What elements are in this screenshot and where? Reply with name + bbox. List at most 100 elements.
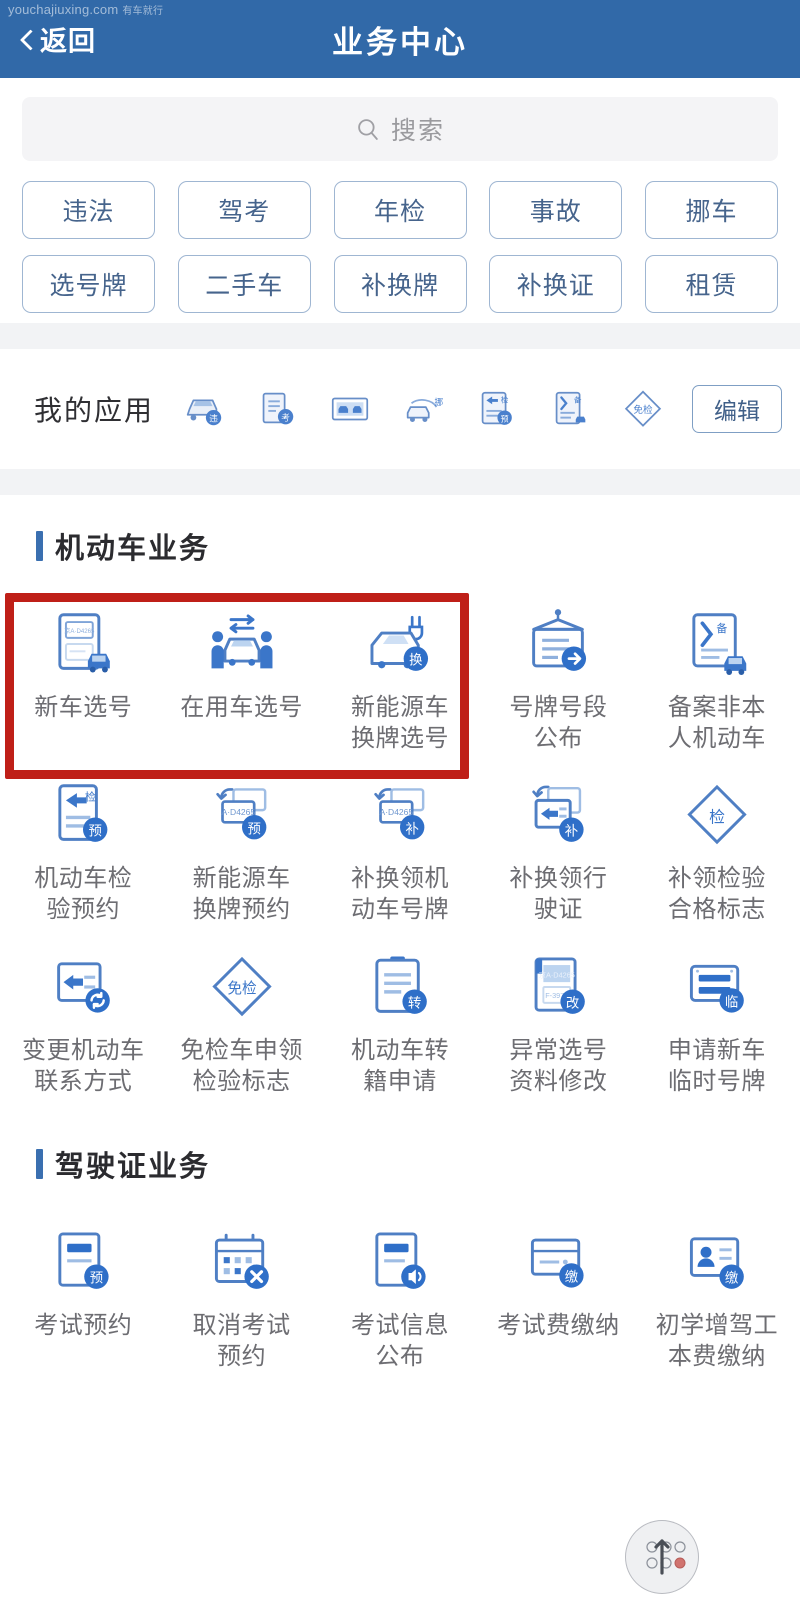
search-input[interactable]: 搜索 [22, 97, 778, 161]
tile-label: 取消考试 预约 [192, 1312, 291, 1371]
svg-text:临: 临 [725, 994, 738, 1009]
svg-text:京A·D4265: 京A·D4265 [539, 970, 575, 979]
inspection-booking-icon[interactable]: 检 预 [473, 386, 519, 432]
vehicle-section-header: 机动车业务 [0, 525, 800, 567]
replace-inspection-mark-icon: 检 [687, 785, 747, 845]
vehicle-section-title: 机动车业务 [55, 533, 211, 565]
chip-row-2: 选号牌 二手车 补换牌 补换证 租赁 [22, 255, 778, 313]
tile-label: 考试费缴纳 [497, 1312, 620, 1340]
svg-text:备: 备 [716, 621, 727, 635]
move-car-icon[interactable]: 挪 [400, 386, 446, 432]
exam-fee-payment-icon: 缴 [531, 1238, 585, 1288]
tile-label: 申请新车 临时号牌 [667, 1036, 766, 1095]
tile-label: 初学增驾工 本费缴纳 [655, 1312, 779, 1371]
tile-label: 号牌号段 公布 [509, 694, 608, 752]
car-violation-icon[interactable]: 违 [180, 386, 226, 432]
section-divider-2 [0, 469, 800, 495]
tile-temporary-plate[interactable]: 临 申请新车 临时号牌 [638, 936, 796, 1107]
search-icon [358, 119, 378, 140]
tile-in-use-car-plate-select[interactable]: 在用车选号 [162, 593, 320, 764]
tile-exam-fee-payment[interactable]: 缴 考试费缴纳 [479, 1211, 637, 1382]
accident-photo-icon[interactable] [327, 386, 373, 432]
tile-change-vehicle-contact[interactable]: 变更机动车 联系方式 [4, 936, 162, 1107]
chip-xuanhaopai[interactable]: 选号牌 [22, 255, 155, 313]
chip-jiakao[interactable]: 驾考 [177, 181, 311, 239]
license-row-1: 预 考试预约 取消考试 预约 考试信息 公布 缴 考试费缴纳 缴 初学增驾工 本… [0, 1211, 800, 1382]
svg-text:A·D4265: A·D4265 [380, 807, 414, 817]
tile-label: 新车选号 [34, 694, 133, 721]
tile-license-fee-payment[interactable]: 缴 初学增驾工 本费缴纳 [638, 1211, 796, 1382]
tile-record-other-vehicle[interactable]: 备 备案非本 人机动车 [638, 593, 796, 764]
svg-text:备: 备 [574, 394, 582, 404]
tile-new-energy-plate-change[interactable]: 换 新能源车 换牌选号 [321, 593, 479, 764]
tile-new-energy-plate-booking[interactable]: A·D4265 预 新能源车 换牌预约 [162, 764, 320, 935]
document-exam-icon[interactable]: 考 [253, 386, 299, 432]
tile-exam-info-announce[interactable]: 考试信息 公布 [321, 1211, 479, 1382]
chip-nuoche[interactable]: 挪车 [645, 181, 778, 239]
tile-vehicle-transfer[interactable]: 转 机动车转 籍申请 [321, 936, 479, 1107]
tile-label: 变更机动车 联系方式 [21, 1036, 145, 1095]
svg-text:免检: 免检 [227, 980, 257, 997]
tile-vehicle-inspection-booking[interactable]: 检 预 机动车检 验预约 [4, 764, 162, 935]
license-record-icon[interactable]: 备 [547, 386, 593, 432]
back-label: 返回 [40, 26, 96, 57]
chip-ershouche[interactable]: 二手车 [177, 255, 311, 313]
svg-text:预: 预 [89, 824, 102, 839]
tile-replace-driving-permit[interactable]: 补 补换领行 驶证 [479, 764, 637, 935]
chip-shigu[interactable]: 事故 [489, 181, 623, 239]
edit-apps-button[interactable]: 编辑 [692, 385, 782, 433]
license-fee-payment-icon: 缴 [689, 1237, 744, 1290]
exempt-inspection-apply-icon: 免检 [211, 956, 272, 1017]
cancel-exam-booking-icon [214, 1234, 269, 1290]
tile-new-car-plate-select[interactable]: 京A·D4265 新车选号 [4, 593, 162, 764]
license-business-section: 驾驶证业务 预 考试预约 取消考试 预约 考试信息 公布 缴 考试费缴纳 缴 初… [0, 1107, 800, 1383]
back-button[interactable]: 返回 [18, 20, 96, 59]
vehicle-row-1: 京A·D4265 新车选号 在用车选号 换 新能源车 换牌选号 号牌号段 公布 … [0, 593, 800, 764]
tile-plate-number-range[interactable]: 号牌号段 公布 [479, 593, 637, 764]
license-service-grid: 预 考试预约 取消考试 预约 考试信息 公布 缴 考试费缴纳 缴 初学增驾工 本… [0, 1211, 800, 1382]
license-section-title: 驾驶证业务 [55, 1151, 211, 1184]
chip-buhuanzheng[interactable]: 补换证 [489, 255, 623, 313]
svg-text:免检: 免检 [634, 404, 654, 416]
abnormal-plate-edit-icon: 京A·D4265 F-3979 改 [535, 957, 586, 1014]
tile-label: 异常选号 资料修改 [509, 1036, 608, 1095]
tile-abnormal-plate-edit[interactable]: 京A·D4265 F-3979 改 异常选号 资料修改 [479, 936, 637, 1107]
tile-replace-inspection-mark[interactable]: 检 补领检验 合格标志 [638, 764, 796, 935]
temporary-plate-icon: 临 [689, 964, 744, 1013]
svg-text:检: 检 [85, 790, 96, 804]
assistive-touch-widget[interactable] [625, 1520, 699, 1594]
svg-text:检: 检 [501, 394, 509, 404]
section-accent-bar [36, 531, 43, 561]
exempt-inspection-icon[interactable]: 免检 [620, 386, 666, 432]
chip-weifa[interactable]: 违法 [22, 181, 155, 239]
license-section-header: 驾驶证业务 [0, 1143, 800, 1185]
svg-text:挪: 挪 [434, 396, 443, 407]
search-placeholder: 搜索 [390, 117, 445, 145]
chip-nianjian[interactable]: 年检 [333, 181, 467, 239]
tile-exempt-inspection-apply[interactable]: 免检 免检车申领 检验标志 [162, 936, 320, 1107]
svg-text:京A·D4265: 京A·D4265 [65, 627, 96, 635]
plate-number-range-icon [532, 609, 587, 671]
new-energy-plate-change-icon: 换 [370, 615, 429, 671]
tile-cancel-exam-booking[interactable]: 取消考试 预约 [162, 1211, 320, 1382]
svg-text:A·D4265: A·D4265 [221, 807, 255, 817]
svg-text:检: 检 [709, 809, 725, 827]
new-energy-plate-booking-icon: A·D4265 预 [215, 788, 266, 840]
chip-zulin[interactable]: 租赁 [645, 255, 778, 313]
svg-text:考: 考 [281, 413, 290, 423]
chip-buhuanpai[interactable]: 补换牌 [333, 255, 467, 313]
search-section: 搜索 [0, 81, 800, 165]
section-accent-bar [36, 1149, 43, 1180]
tile-replace-vehicle-plate[interactable]: A·D4265 补 补换领机 动车号牌 [321, 764, 479, 935]
tile-label: 补换领行 驶证 [509, 865, 608, 924]
svg-text:预: 预 [247, 822, 260, 837]
replace-vehicle-plate-icon: A·D4265 补 [374, 788, 425, 840]
page-title: 业务中心 [332, 24, 468, 60]
my-apps-title: 我的应用 [34, 395, 155, 426]
svg-text:补: 补 [406, 822, 419, 837]
exam-info-announce-icon [375, 1232, 426, 1290]
svg-text:缴: 缴 [565, 1270, 579, 1285]
vehicle-transfer-icon: 转 [375, 956, 427, 1014]
tile-exam-booking[interactable]: 预 考试预约 [4, 1211, 162, 1382]
tile-label: 备案非本 人机动车 [667, 694, 766, 752]
